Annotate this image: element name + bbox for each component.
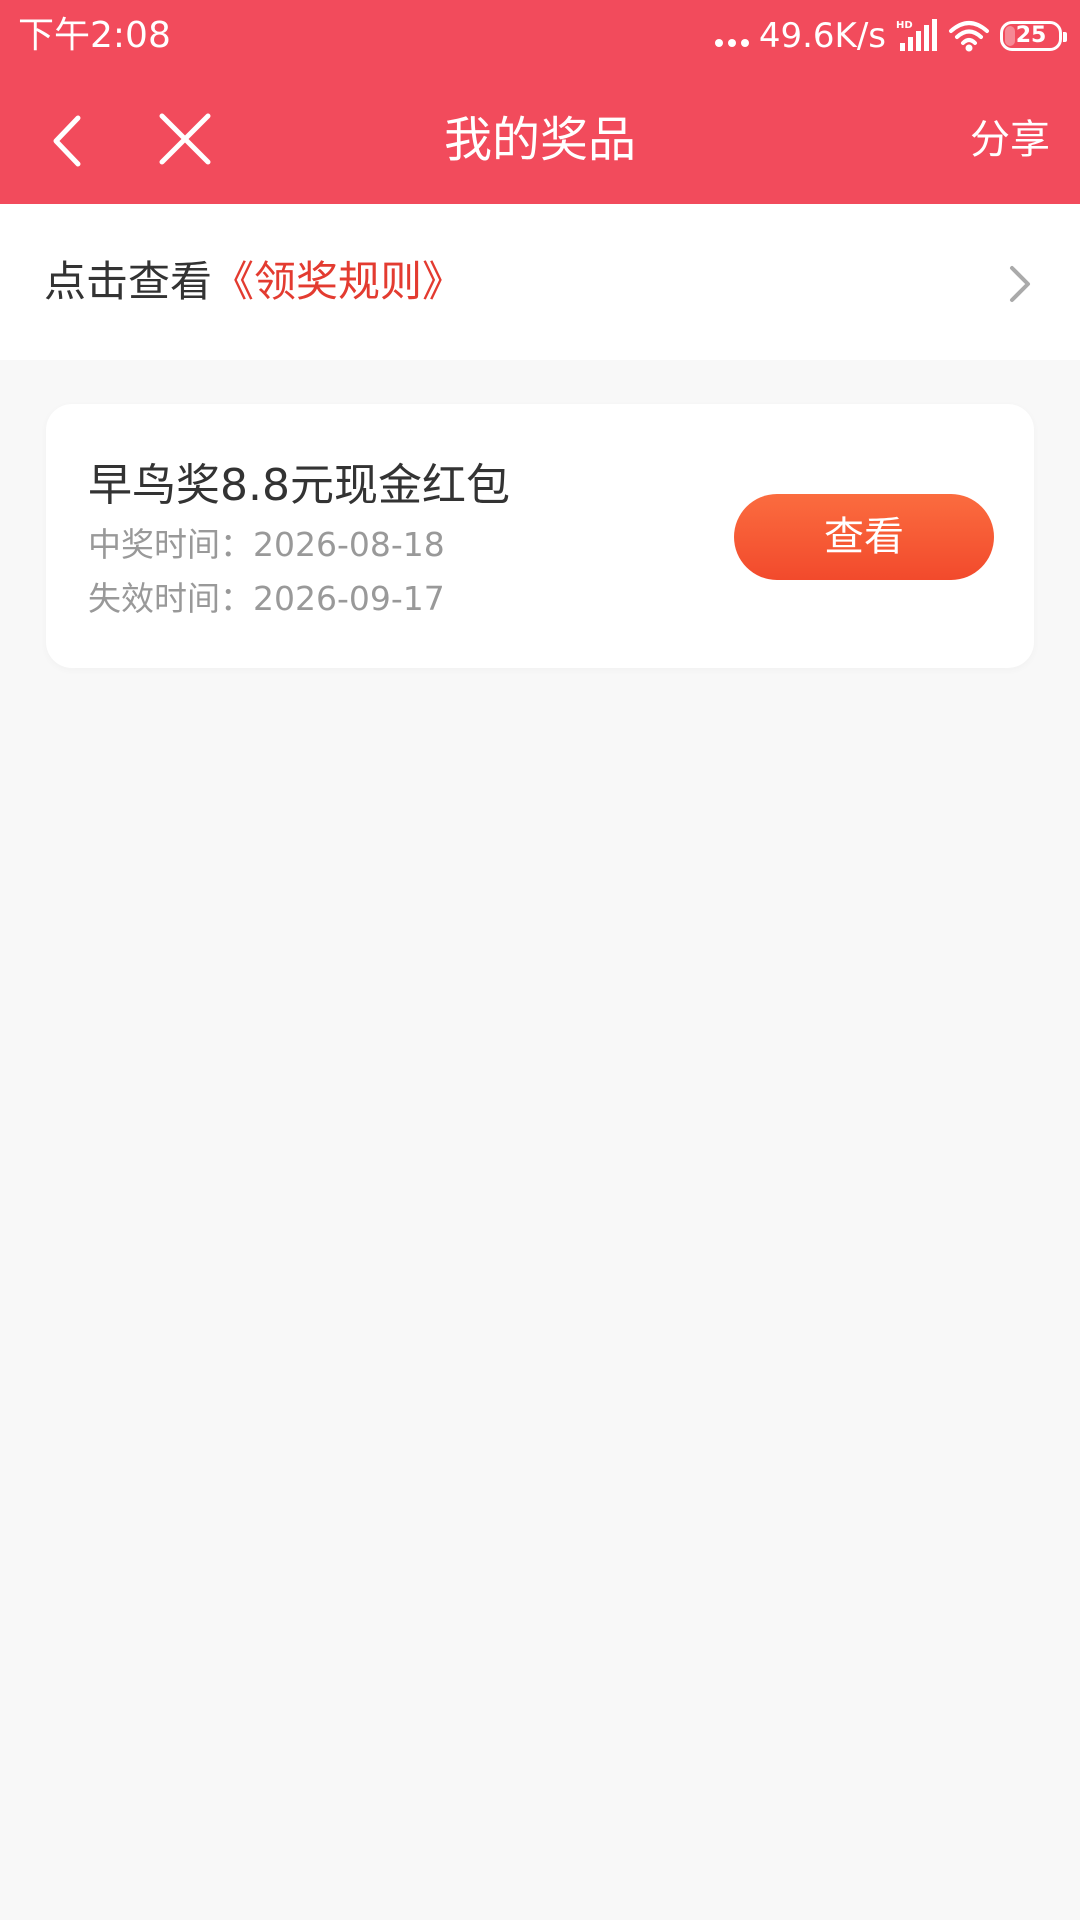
prize-card: 早鸟奖8.8元现金红包 中奖时间：2026-08-18 失效时间：2026-09… <box>46 404 1034 668</box>
battery-level: 25 <box>1015 23 1047 48</box>
status-dots-icon <box>714 39 749 47</box>
status-bar: 下午2:08 49.6K/s HD 25 <box>0 0 1080 75</box>
prize-rules-row[interactable]: 点击查看《领奖规则》 <box>0 204 1080 360</box>
prize-expire-time: 失效时间：2026-09-17 <box>88 579 445 618</box>
prize-win-time: 中奖时间：2026-08-18 <box>88 525 445 564</box>
status-time: 下午2:08 <box>18 15 171 56</box>
view-prize-button[interactable]: 查看 <box>734 494 994 580</box>
svg-text:HD: HD <box>896 20 913 31</box>
rules-link[interactable]: 《领奖规则》 <box>212 257 464 306</box>
rules-text: 点击查看《领奖规则》 <box>44 254 464 310</box>
prize-name: 早鸟奖8.8元现金红包 <box>88 460 510 511</box>
share-button[interactable]: 分享 <box>970 112 1050 168</box>
signal-icon: HD <box>896 19 937 51</box>
app-header: 下午2:08 49.6K/s HD 25 我的奖品 分享 <box>0 0 1080 204</box>
battery-icon: 25 <box>1000 21 1067 51</box>
wifi-icon <box>949 21 989 52</box>
rules-prefix: 点击查看 <box>44 257 213 306</box>
network-speed: 49.6K/s <box>758 16 886 56</box>
status-indicators: 49.6K/s HD 25 <box>714 14 1067 58</box>
page-title: 我的奖品 <box>443 112 636 168</box>
chevron-right-icon <box>1010 266 1030 302</box>
